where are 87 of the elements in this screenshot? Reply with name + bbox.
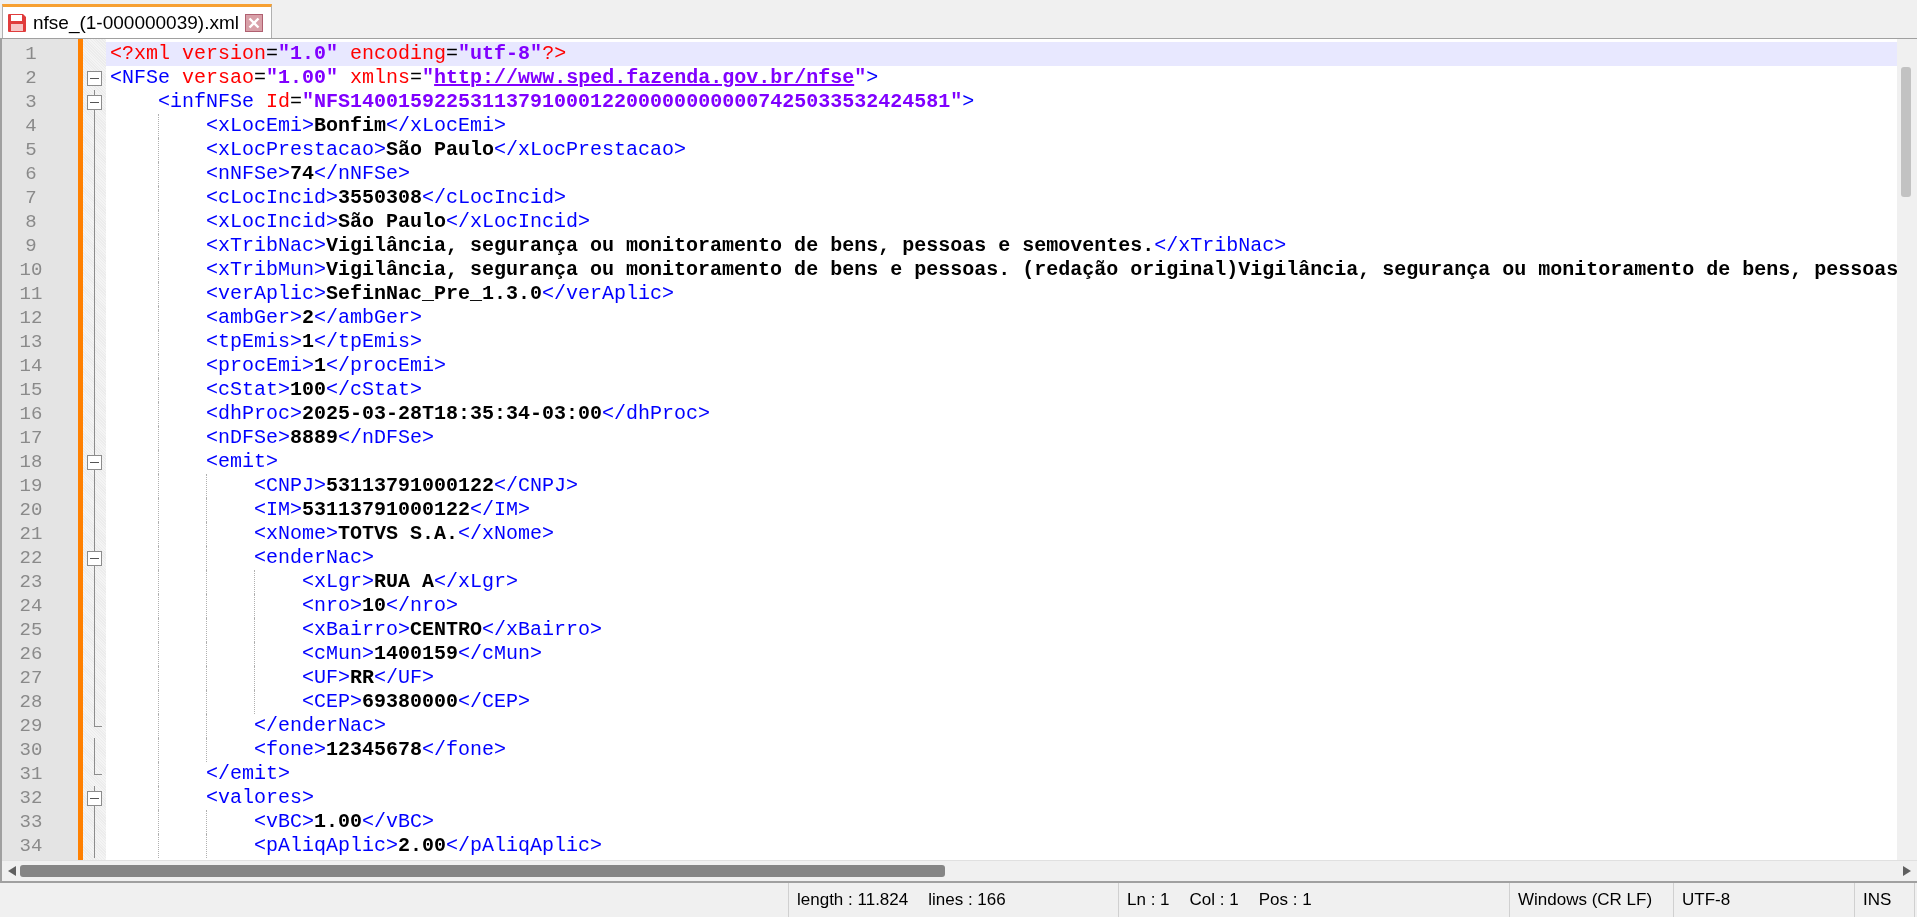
line-number: 7 bbox=[25, 187, 37, 209]
code-line: <fone>12345678</fone> bbox=[254, 738, 507, 761]
fold-minus-icon[interactable] bbox=[87, 791, 102, 806]
line-number: 21 bbox=[19, 523, 43, 545]
code-line: <cLocIncid>3550308</cLocIncid> bbox=[206, 186, 567, 209]
code-line: </enderNac> bbox=[254, 714, 387, 737]
status-text: Pos : 1 bbox=[1258, 890, 1312, 910]
line-number: 20 bbox=[19, 499, 43, 521]
status-text: Col : 1 bbox=[1189, 890, 1239, 910]
line-number: 26 bbox=[19, 643, 43, 665]
line-number: 16 bbox=[19, 403, 43, 425]
status-text: lines : 166 bbox=[928, 890, 1006, 910]
code-line: <xLgr>RUA A</xLgr> bbox=[302, 570, 519, 593]
left-arrow-icon[interactable] bbox=[8, 866, 16, 876]
line-number: 30 bbox=[19, 739, 43, 761]
line-number: 8 bbox=[25, 211, 37, 233]
code-line: <xLocEmi>Bonfim</xLocEmi> bbox=[206, 114, 507, 137]
code-line: <pAliqAplic>2.00</pAliqAplic> bbox=[254, 834, 603, 857]
right-arrow-icon[interactable] bbox=[1903, 866, 1911, 876]
line-number: 33 bbox=[19, 811, 43, 833]
file-tab[interactable]: nfse_(1-000000039).xml bbox=[2, 4, 272, 38]
line-number: 24 bbox=[19, 595, 43, 617]
code-line: <cStat>100</cStat> bbox=[206, 378, 423, 401]
code-line: <?xml version="1.0" encoding="utf-8"?> bbox=[110, 42, 567, 65]
line-number: 11 bbox=[19, 283, 43, 305]
fold-minus-icon[interactable] bbox=[87, 71, 102, 86]
code-line: <dhProc>2025-03-28T18:35:34-03:00</dhProc> bbox=[206, 402, 711, 425]
fold-minus-icon[interactable] bbox=[87, 551, 102, 566]
line-number: 29 bbox=[19, 715, 43, 737]
fold-minus-icon[interactable] bbox=[87, 95, 102, 110]
code-line: <xTribMun>Vigilância, segurança ou monitoramento de bens e pessoas. (redação original)Vigilância, segurança ou monitoramento de bens, pessoas bbox=[206, 258, 1897, 281]
status-text: INS bbox=[1863, 890, 1892, 910]
line-number: 19 bbox=[19, 475, 43, 497]
code-line: <emit> bbox=[206, 450, 279, 473]
line-number: 2 bbox=[25, 67, 37, 89]
fold-minus-icon[interactable] bbox=[87, 455, 102, 470]
code-line: <xBairro>CENTRO</xBairro> bbox=[302, 618, 603, 641]
code-line: <xTribNac>Vigilância, segurança ou monitoramento de bens, pessoas e semoventes.</xTribNac> bbox=[206, 234, 1287, 257]
code-line: <tpEmis>1</tpEmis> bbox=[206, 330, 423, 353]
code-line: <nro>10</nro> bbox=[302, 594, 459, 617]
code-line: <vBC>1.00</vBC> bbox=[254, 810, 435, 833]
line-number: 31 bbox=[19, 763, 43, 785]
line-number: 6 bbox=[25, 163, 37, 185]
code-line: <enderNac> bbox=[254, 546, 375, 569]
status-text: UTF-8 bbox=[1682, 890, 1731, 910]
code-line: <xLocPrestacao>São Paulo</xLocPrestacao> bbox=[206, 138, 687, 161]
line-number: 12 bbox=[19, 307, 43, 329]
code-line: <nDFSe>8889</nDFSe> bbox=[206, 426, 435, 449]
code-line: <IM>53113791000122</IM> bbox=[254, 498, 531, 521]
code-line: <xNome>TOTVS S.A.</xNome> bbox=[254, 522, 555, 545]
status-text: length : 11.824 bbox=[797, 890, 909, 910]
scrollbar-thumb[interactable] bbox=[1901, 67, 1911, 197]
code-line: <NFSe versao="1.00" xmlns="http://www.sped.fazenda.gov.br/nfse"> bbox=[110, 66, 879, 89]
line-number: 14 bbox=[19, 355, 43, 377]
line-number: 13 bbox=[19, 331, 43, 353]
line-number: 28 bbox=[19, 691, 43, 713]
code-line: <valores> bbox=[206, 786, 315, 809]
line-number: 17 bbox=[19, 427, 43, 449]
scrollbar-thumb[interactable] bbox=[20, 865, 945, 877]
code-line: </emit> bbox=[206, 762, 291, 785]
line-number: 9 bbox=[25, 235, 37, 257]
code-line: <CEP>69380000</CEP> bbox=[302, 690, 531, 713]
code-line: <procEmi>1</procEmi> bbox=[206, 354, 447, 377]
close-icon[interactable] bbox=[244, 13, 263, 32]
line-number: 27 bbox=[19, 667, 43, 689]
code-line: <CNPJ>53113791000122</CNPJ> bbox=[254, 474, 579, 497]
code-line: <xLocIncid>São Paulo</xLocIncid> bbox=[206, 210, 591, 233]
line-number: 1 bbox=[25, 43, 37, 65]
code-line: <cMun>1400159</cMun> bbox=[302, 642, 543, 665]
line-number: 4 bbox=[25, 115, 37, 137]
status-text: Windows (CR LF) bbox=[1518, 890, 1653, 910]
line-number: 5 bbox=[25, 139, 37, 161]
code-line: <infNFSe Id="NFS14001592253113791000122000000000007425033532424581"> bbox=[158, 90, 975, 113]
line-number: 10 bbox=[19, 259, 43, 281]
code-line: <nNFSe>74</nNFSe> bbox=[206, 162, 411, 185]
line-number: 32 bbox=[19, 787, 43, 809]
code-line: <ambGer>2</ambGer> bbox=[206, 306, 423, 329]
line-number: 34 bbox=[19, 835, 43, 857]
line-number: 23 bbox=[19, 571, 43, 593]
code-line: <UF>RR</UF> bbox=[302, 666, 435, 689]
code-line: <verAplic>SefinNac_Pre_1.3.0</verAplic> bbox=[206, 282, 675, 305]
line-number: 25 bbox=[19, 619, 43, 641]
line-number: 18 bbox=[19, 451, 43, 473]
status-text: Ln : 1 bbox=[1127, 890, 1170, 910]
line-number: 3 bbox=[25, 91, 37, 113]
line-number: 15 bbox=[19, 379, 43, 401]
line-number: 22 bbox=[19, 547, 43, 569]
